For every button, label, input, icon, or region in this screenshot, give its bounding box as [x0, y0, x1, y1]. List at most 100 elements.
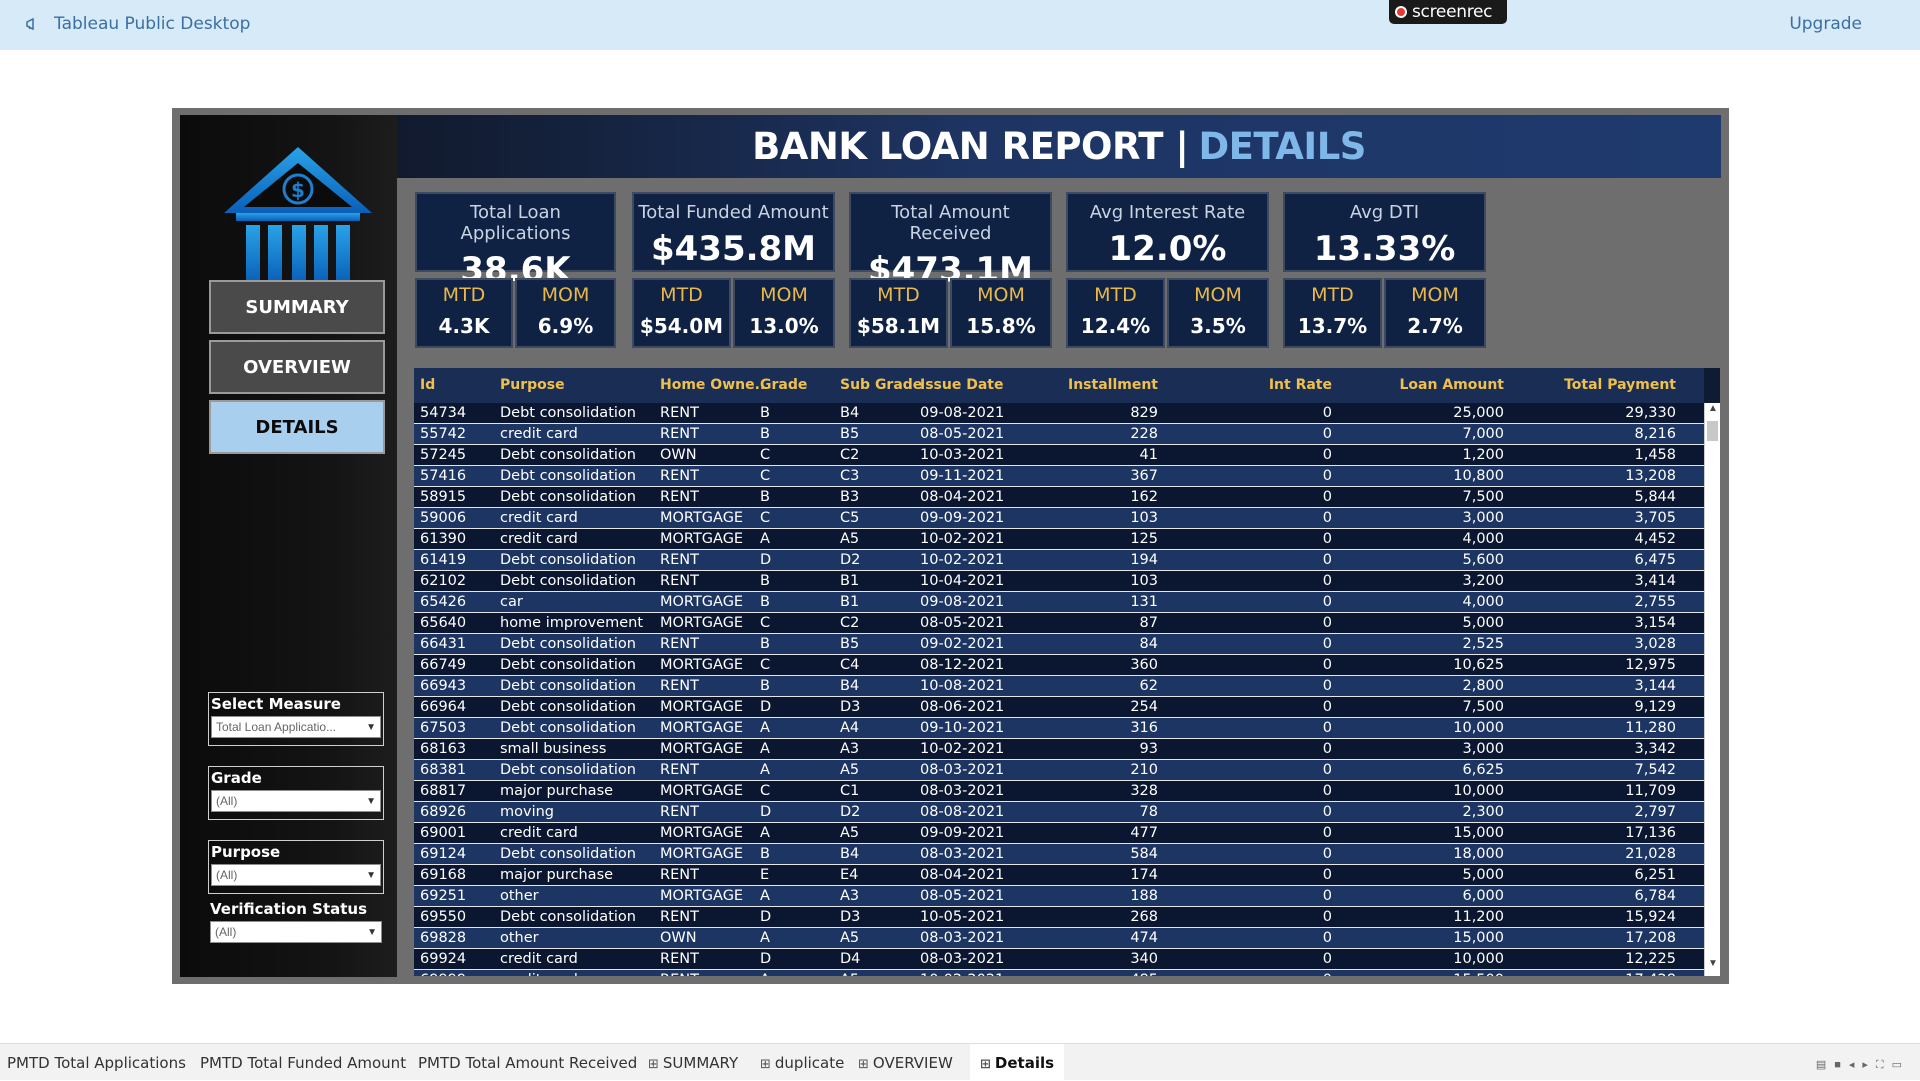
grade-dropdown[interactable]: (All) ▼ — [211, 790, 381, 812]
col-int-rate-cell: 0 — [1322, 888, 1332, 904]
table-row[interactable]: 54734 Debt consolidation RENT B B4 09-08-2021… — [414, 403, 1704, 424]
sheet-tab[interactable]: PMTD Total Applications — [7, 1054, 186, 1072]
summary-button[interactable]: SUMMARY — [209, 280, 385, 334]
col-int-rate-cell: 0 — [1322, 405, 1332, 421]
col-installment-cell: 210 — [1130, 762, 1158, 778]
col-loan-amount-header[interactable]: Loan Amount — [1400, 377, 1505, 393]
table-row[interactable]: 57245 Debt consolidation OWN C C2 10-03-2021 4… — [414, 445, 1704, 466]
col-int-rate-header[interactable]: Int Rate — [1269, 377, 1332, 393]
table-row[interactable]: 69001 credit card MORTGAGE A A5 09-09-2021 477… — [414, 823, 1704, 844]
table-scrollbar[interactable]: ▲ ▼ — [1704, 403, 1720, 976]
col-total-payment-cell: 7,542 — [1634, 762, 1676, 778]
table-row[interactable]: 69828 other OWN A A5 08-03-2021 474 0 15,000 17,2… — [414, 928, 1704, 949]
details-button[interactable]: DETAILS — [209, 400, 385, 454]
table-row[interactable]: 61419 Debt consolidation RENT D D2 10-02-2021… — [414, 550, 1704, 571]
table-row[interactable]: 58915 Debt consolidation RENT B B3 08-04-2021… — [414, 487, 1704, 508]
table-row[interactable]: 68817 major purchase MORTGAGE C C1 08-03-2021… — [414, 781, 1704, 802]
col-installment-cell: 316 — [1130, 720, 1158, 736]
overview-button[interactable]: OVERVIEW — [209, 340, 385, 394]
table-row[interactable]: 66431 Debt consolidation RENT B B5 09-02-2021… — [414, 634, 1704, 655]
purpose-dropdown[interactable]: (All) ▼ — [211, 864, 381, 886]
col-grade-cell: D — [760, 951, 772, 967]
col-home-ownership-cell: RENT — [660, 552, 699, 568]
chevron-down-icon: ▼ — [366, 795, 376, 807]
table-row[interactable]: 69168 major purchase RENT E E4 08-04-2021 174 0… — [414, 865, 1704, 886]
sheet-tab[interactable]: PMTD Total Amount Received — [418, 1054, 637, 1072]
table-row[interactable]: 69999 credit card RENT A A5 10-02-2021 485 0 15,… — [414, 970, 1704, 976]
col-purpose-cell: credit card — [500, 510, 578, 526]
col-id-cell: 69999 — [420, 972, 466, 976]
col-home-ownership-header[interactable]: Home Owne.. — [660, 377, 765, 393]
table-row[interactable]: 55742 credit card RENT B B5 08-05-2021 228 0 7,0… — [414, 424, 1704, 445]
col-purpose-cell: Debt consolidation — [500, 678, 636, 694]
col-grade-cell: C — [760, 657, 771, 673]
sheet-tab[interactable]: ⊞ SUMMARY — [648, 1054, 738, 1072]
col-installment-cell: 584 — [1130, 846, 1158, 862]
col-issue-date-cell: 08-05-2021 — [920, 615, 1005, 631]
svg-text:$: $ — [291, 178, 305, 202]
table-row[interactable]: 61390 credit card MORTGAGE A A5 10-02-2021 125… — [414, 529, 1704, 550]
table-row[interactable]: 68926 moving RENT D D2 08-08-2021 78 0 2,300 2,79… — [414, 802, 1704, 823]
table-row[interactable]: 65640 home improvement MORTGAGE C C2 08-05-20… — [414, 613, 1704, 634]
col-total-payment-header[interactable]: Total Payment — [1564, 377, 1676, 393]
table-row[interactable]: 69251 other MORTGAGE A A3 08-05-2021 188 0 6,000… — [414, 886, 1704, 907]
table-row[interactable]: 66943 Debt consolidation RENT B B4 10-08-2021… — [414, 676, 1704, 697]
col-sub-grade-header[interactable]: Sub Grade — [840, 377, 922, 393]
kpi-mtd: MTD $54.0M — [632, 278, 731, 348]
verification-status-label: Verification Status — [210, 900, 368, 918]
col-total-payment-cell: 5,844 — [1634, 489, 1676, 505]
col-total-payment-cell: 12,225 — [1625, 951, 1676, 967]
loan-details-table[interactable]: Id Purpose Home Owne.. Grade Sub Grade Issue … — [414, 368, 1720, 976]
select-measure-dropdown[interactable]: Total Loan Applicatio... ▼ — [211, 716, 381, 738]
sheet-tab[interactable]: ⊞ OVERVIEW — [858, 1054, 953, 1072]
table-row[interactable]: 68381 Debt consolidation RENT A A5 08-03-2021… — [414, 760, 1704, 781]
col-id-header[interactable]: Id — [420, 377, 435, 393]
sheet-tab[interactable]: PMTD Total Funded Amount — [200, 1054, 406, 1072]
sheet-tabs-bar: ▤■◂▸⛶▭ PMTD Total Applications PMTD Total… — [0, 1043, 1920, 1081]
table-row[interactable]: 69124 Debt consolidation MORTGAGE B B4 08-03-… — [414, 844, 1704, 865]
scroll-up-icon[interactable]: ▲ — [1705, 403, 1720, 419]
col-int-rate-cell: 0 — [1322, 552, 1332, 568]
screen-recorder-badge[interactable]: screenrec — [1389, 0, 1507, 24]
table-row[interactable]: 66964 Debt consolidation MORTGAGE D D3 08-06-… — [414, 697, 1704, 718]
col-int-rate-cell: 0 — [1322, 804, 1332, 820]
view-controls-icons[interactable]: ▤■◂▸⛶▭ — [1816, 1058, 1910, 1072]
col-int-rate-cell: 0 — [1322, 825, 1332, 841]
col-purpose-cell: Debt consolidation — [500, 699, 636, 715]
table-row[interactable]: 66749 Debt consolidation MORTGAGE C C4 08-12-… — [414, 655, 1704, 676]
scroll-down-icon[interactable]: ▼ — [1705, 958, 1720, 974]
table-row[interactable]: 57416 Debt consolidation RENT C C3 09-11-2021… — [414, 466, 1704, 487]
table-row[interactable]: 67503 Debt consolidation MORTGAGE A A4 09-10-… — [414, 718, 1704, 739]
upgrade-link[interactable]: Upgrade — [1789, 14, 1862, 34]
col-int-rate-cell: 0 — [1322, 867, 1332, 883]
verification-status-filter: Verification Status (All) ▼ — [208, 898, 384, 943]
col-id-cell: 68926 — [420, 804, 467, 820]
col-issue-date-cell: 09-08-2021 — [920, 405, 1005, 421]
col-sub-grade-cell: A5 — [840, 972, 859, 976]
verification-status-dropdown[interactable]: (All) ▼ — [210, 921, 382, 943]
col-grade-header[interactable]: Grade — [760, 377, 807, 393]
col-home-ownership-cell: MORTGAGE — [660, 615, 744, 631]
sheet-tab[interactable]: ⊞ Details — [970, 1044, 1065, 1081]
table-row[interactable]: 62102 Debt consolidation RENT B B1 10-04-2021… — [414, 571, 1704, 592]
scroll-thumb[interactable] — [1707, 421, 1718, 441]
table-row[interactable]: 69550 Debt consolidation RENT D D3 10-05-2021… — [414, 907, 1704, 928]
col-grade-cell: D — [760, 909, 772, 925]
col-int-rate-cell: 0 — [1322, 699, 1332, 715]
table-row[interactable]: 69924 credit card RENT D D4 08-03-2021 340 0 10,… — [414, 949, 1704, 970]
col-total-payment-cell: 17,136 — [1625, 825, 1676, 841]
col-id-cell: 55742 — [420, 426, 467, 442]
col-loan-amount-cell: 6,000 — [1462, 888, 1504, 904]
table-row[interactable]: 68163 small business MORTGAGE A A3 10-02-2021… — [414, 739, 1704, 760]
col-int-rate-cell: 0 — [1322, 447, 1332, 463]
col-purpose-header[interactable]: Purpose — [500, 377, 565, 393]
col-loan-amount-cell: 2,800 — [1462, 678, 1504, 694]
col-issue-date-header[interactable]: Issue Date — [920, 377, 1003, 393]
table-row[interactable]: 59006 credit card MORTGAGE C C5 09-09-2021 103… — [414, 508, 1704, 529]
col-installment-header[interactable]: Installment — [1068, 377, 1158, 393]
sheet-tab[interactable]: ⊞ duplicate — [760, 1054, 844, 1072]
mtd-label: MTD — [660, 284, 703, 306]
col-installment-cell: 103 — [1130, 573, 1158, 589]
col-installment-cell: 485 — [1130, 972, 1158, 976]
table-row[interactable]: 65426 car MORTGAGE B B1 09-08-2021 131 0 4,000 2,… — [414, 592, 1704, 613]
